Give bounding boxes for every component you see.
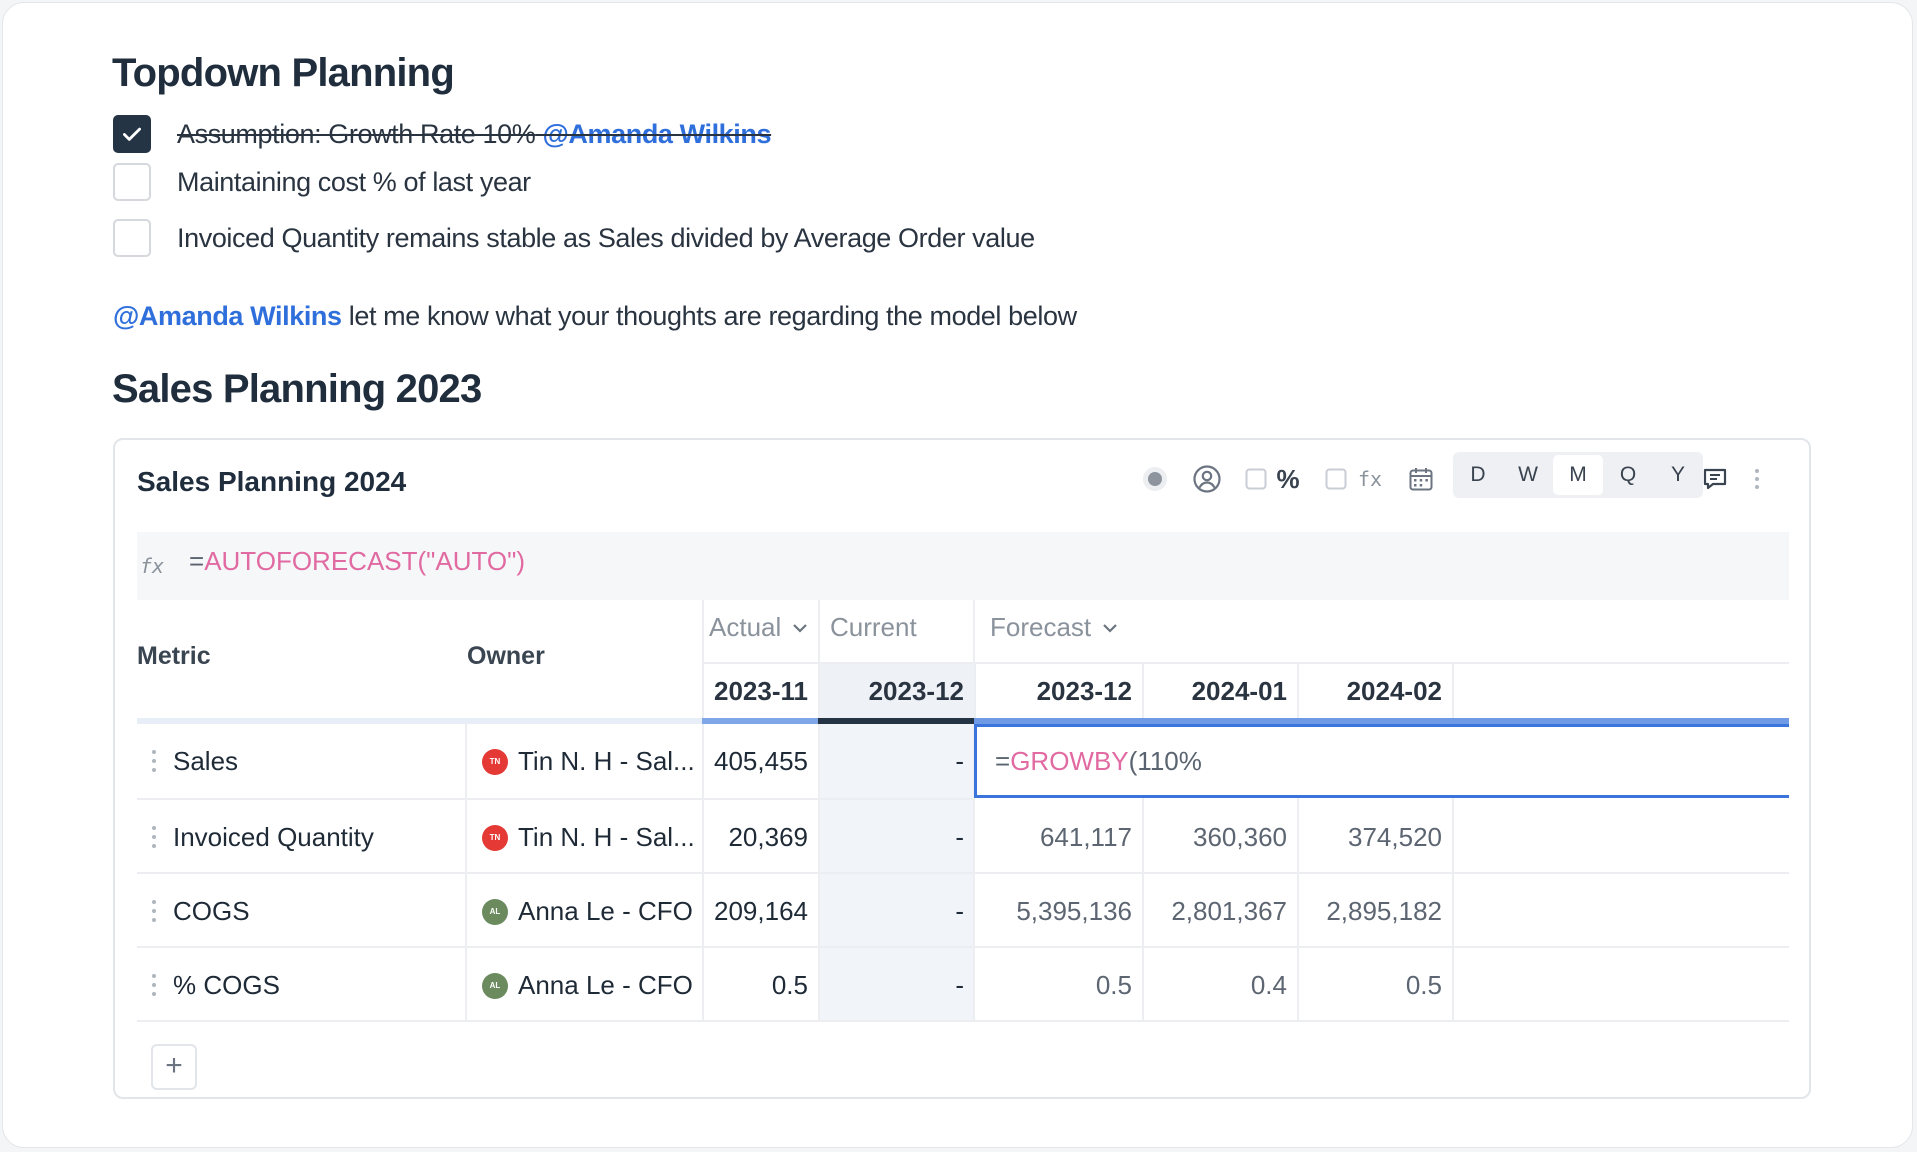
todo-label-1: Assumption: Growth Rate 10% [177, 118, 536, 149]
current-value[interactable]: - [818, 948, 974, 1022]
actual-value[interactable]: 0.5 [702, 948, 818, 1022]
checkmark-icon [123, 127, 141, 141]
table-row[interactable]: COGS AL Anna Le - CFO 209,164 - 5,395,13… [137, 874, 1789, 948]
forecast-value[interactable]: 641,117 [974, 800, 1142, 874]
edit-function: GROWBY [1010, 746, 1129, 776]
todo-item-1: Assumption: Growth Rate 10% @Amanda Wilk… [113, 115, 772, 153]
fx-toggle-checkbox[interactable] [1323, 456, 1349, 502]
forecast-value[interactable]: 2,801,367 [1142, 874, 1297, 948]
table-row[interactable]: Invoiced Quantity TN Tin N. H - Sal... 2… [137, 800, 1789, 874]
avatar: TN [482, 749, 508, 775]
formula-function: AUTOFORECAST [204, 546, 418, 576]
todo-label-3: Invoiced Quantity remains stable as Sale… [177, 222, 1035, 253]
grid-divider [818, 600, 820, 664]
current-value[interactable]: - [818, 724, 974, 798]
chevron-down-icon [793, 623, 808, 633]
drag-handle-icon[interactable] [151, 972, 157, 998]
column-header-metric: Metric [137, 642, 211, 670]
forecast-formula-editor[interactable]: =GROWBY(110% [974, 724, 1789, 798]
column-header-owner: Owner [467, 642, 545, 670]
period-selector: D W M Q Y [1453, 452, 1703, 498]
todo-label-2: Maintaining cost % of last year [177, 166, 531, 197]
grid-divider [1452, 664, 1454, 718]
metric-name[interactable]: % COGS [173, 948, 280, 1022]
avatar: AL [482, 899, 508, 925]
group-actual-label: Actual [709, 612, 782, 642]
todo-item-3: Invoiced Quantity remains stable as Sale… [113, 219, 1035, 257]
calendar-icon[interactable] [1403, 456, 1439, 502]
group-header-forecast[interactable]: Forecast [990, 612, 1119, 643]
drag-handle-icon[interactable] [151, 748, 157, 774]
row-divider [137, 1020, 1789, 1022]
sales-planning-card: Sales Planning 2024 % fx D W M Q Y fx =A… [113, 438, 1811, 1099]
grid-divider [973, 600, 975, 664]
forecast-value[interactable]: 0.5 [1297, 948, 1452, 1022]
table-row[interactable]: % COGS AL Anna Le - CFO 0.5 - 0.5 0.4 0.… [137, 948, 1789, 1022]
todo-checkbox-1[interactable] [113, 115, 151, 153]
percent-toggle-checkbox[interactable] [1243, 456, 1269, 502]
current-value[interactable]: - [818, 800, 974, 874]
period-header-current-2023-12: 2023-12 [818, 664, 974, 718]
forecast-value[interactable]: 5,395,136 [974, 874, 1142, 948]
document-page: Topdown Planning Assumption: Growth Rate… [2, 2, 1913, 1148]
drag-handle-icon[interactable] [151, 824, 157, 850]
note-mention[interactable]: @Amanda Wilkins [113, 301, 342, 331]
actual-value[interactable]: 209,164 [702, 874, 818, 948]
group-header-current: Current [830, 612, 917, 642]
todo-text-1: Assumption: Growth Rate 10% @Amanda Wilk… [177, 118, 772, 150]
metric-name[interactable]: Sales [173, 724, 238, 798]
more-vertical-icon[interactable] [1745, 456, 1769, 502]
mention-amanda-wilkins[interactable]: @Amanda Wilkins [542, 119, 771, 149]
formula-fx-label: fx [140, 554, 165, 578]
avatar: TN [482, 825, 508, 851]
forecast-value[interactable]: 0.4 [1142, 948, 1297, 1022]
user-circle-icon[interactable] [1187, 456, 1227, 502]
period-day[interactable]: D [1453, 455, 1503, 495]
period-header-forecast-2024-02: 2024-02 [1297, 664, 1452, 718]
add-row-button[interactable]: + [151, 1044, 197, 1090]
period-quarter[interactable]: Q [1603, 455, 1653, 495]
forecast-value[interactable]: 374,520 [1297, 800, 1452, 874]
formula-prefix: = [189, 546, 205, 576]
period-header-forecast-2024-01: 2024-01 [1142, 664, 1297, 718]
owner-name[interactable]: Anna Le - CFO [518, 874, 693, 948]
formula-args: ("AUTO") [417, 546, 526, 576]
todo-checkbox-3[interactable] [113, 219, 151, 257]
table-row[interactable]: Sales TN Tin N. H - Sal... 405,455 - =GR… [137, 724, 1789, 798]
actual-value[interactable]: 405,455 [702, 724, 818, 798]
forecast-value[interactable]: 0.5 [974, 948, 1142, 1022]
group-forecast-label: Forecast [990, 612, 1092, 642]
period-year[interactable]: Y [1653, 455, 1703, 495]
forecast-value[interactable]: 2,895,182 [1297, 874, 1452, 948]
current-value[interactable]: - [818, 874, 974, 948]
percent-icon[interactable]: % [1273, 456, 1303, 502]
formula-expression[interactable]: =AUTOFORECAST("AUTO") [189, 546, 525, 577]
comment-note: @Amanda Wilkins let me know what your th… [113, 301, 1077, 332]
owner-name[interactable]: Tin N. H - Sal... [518, 724, 695, 798]
page-heading-sales-planning: Sales Planning 2023 [112, 367, 482, 411]
period-header-forecast-2023-12: 2023-12 [974, 664, 1142, 718]
fx-icon[interactable]: fx [1353, 456, 1387, 502]
actual-value[interactable]: 20,369 [702, 800, 818, 874]
period-month[interactable]: M [1553, 455, 1603, 495]
period-header-actual-2023-11: 2023-11 [714, 676, 808, 706]
forecast-value[interactable]: 360,360 [1142, 800, 1297, 874]
edit-prefix: = [995, 746, 1011, 776]
group-header-actual[interactable]: Actual [709, 612, 809, 643]
record-icon[interactable] [1135, 456, 1175, 502]
todo-checkbox-2[interactable] [113, 163, 151, 201]
chevron-down-icon [1103, 623, 1117, 633]
note-text: let me know what your thoughts are regar… [341, 301, 1077, 331]
page-heading-topdown: Topdown Planning [112, 51, 455, 95]
metric-name[interactable]: COGS [173, 874, 250, 948]
owner-name[interactable]: Tin N. H - Sal... [518, 800, 695, 874]
formula-bar[interactable]: fx =AUTOFORECAST("AUTO") [137, 532, 1789, 600]
period-week[interactable]: W [1503, 455, 1553, 495]
edit-args: (110% [1128, 746, 1202, 776]
avatar: AL [482, 973, 508, 999]
todo-item-2: Maintaining cost % of last year [113, 163, 531, 201]
drag-handle-icon[interactable] [151, 898, 157, 924]
metric-name[interactable]: Invoiced Quantity [173, 800, 374, 874]
owner-name[interactable]: Anna Le - CFO [518, 948, 693, 1022]
